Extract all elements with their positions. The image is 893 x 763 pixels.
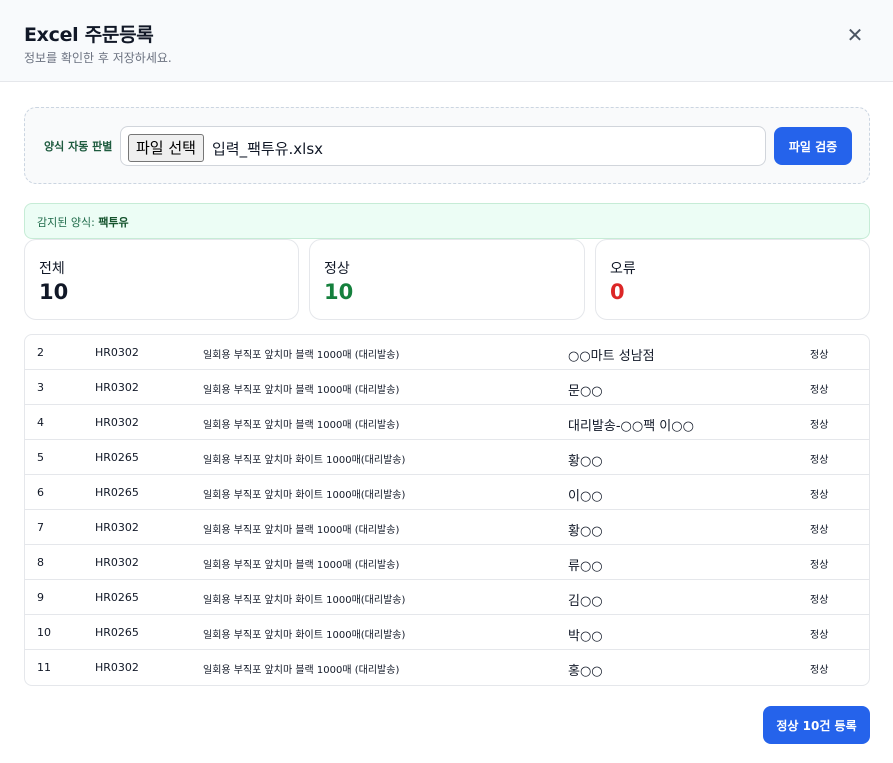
stat-error-label: 오류 [610,261,636,277]
table-row: 5 HR0265 일회용 부직포 앞치마 화이트 1000매(대리발송) 황○○ 정상 [25,440,869,475]
table-row: 2 HR0302 일회용 부직포 앞치마 블랙 1000매 (대리발송) ○○마트 성… [25,335,869,370]
row-number: 8 [37,556,44,569]
table-row: 4 HR0302 일회용 부직포 앞치마 블랙 1000매 (대리발송) 대리발송-○… [25,405,869,440]
stat-card-normal: 정상 10 [309,239,585,320]
product-name: 일회용 부직포 앞치마 블랙 1000매 (대리발송) [203,665,400,676]
customer-name: 류○○ [568,559,603,574]
row-status: 정상 [810,595,829,606]
customer-name: 이○○ [568,489,603,504]
table-row: 11 HR0302 일회용 부직포 앞치마 블랙 1000매 (대리발송) 홍○○ 정상 [25,650,869,685]
row-status: 정상 [810,630,829,641]
table-row: 8 HR0302 일회용 부직포 앞치마 블랙 1000매 (대리발송) 류○○ 정상 [25,545,869,580]
row-status: 정상 [810,525,829,536]
product-name: 일회용 부직포 앞치마 화이트 1000매(대리발송) [203,455,406,466]
product-name: 일회용 부직포 앞치마 블랙 1000매 (대리발송) [203,420,400,431]
product-name: 일회용 부직포 앞치마 화이트 1000매(대리발송) [203,630,406,641]
file-input[interactable]: 파일 선택 입력_팩투유.xlsx [120,126,766,166]
customer-name: 대리발송-○○팩 이○○ [568,419,694,434]
customer-name: 황○○ [568,454,603,469]
product-code: HR0302 [95,556,139,569]
row-number: 10 [37,626,51,639]
product-name: 일회용 부직포 앞치마 블랙 1000매 (대리발송) [203,525,400,536]
row-status: 정상 [810,455,829,466]
stat-card-total: 전체 10 [24,239,299,320]
row-number: 5 [37,451,44,464]
row-number: 9 [37,591,44,604]
row-number: 3 [37,381,44,394]
validate-file-button[interactable]: 파일 검증 [774,127,852,165]
customer-name: 김○○ [568,594,603,609]
table-row: 6 HR0265 일회용 부직포 앞치마 화이트 1000매(대리발송) 이○○ 정상 [25,475,869,510]
product-code: HR0265 [95,451,139,464]
product-code: HR0302 [95,661,139,674]
close-icon[interactable]: ✕ [842,24,868,48]
customer-name: 박○○ [568,629,603,644]
stat-total-value: 10 [39,280,69,304]
row-number: 11 [37,661,51,674]
row-status: 정상 [810,350,829,361]
product-code: HR0302 [95,416,139,429]
row-status: 정상 [810,420,829,431]
customer-name: 문○○ [568,384,603,399]
row-number: 4 [37,416,44,429]
product-code: HR0265 [95,591,139,604]
row-status: 정상 [810,560,829,571]
row-number: 7 [37,521,44,534]
detected-format-banner: 감지된 양식: 팩투유 [24,203,870,239]
stat-total-label: 전체 [39,261,65,277]
detected-format-name: 팩투유 [98,216,129,229]
product-code: HR0302 [95,521,139,534]
customer-name: 황○○ [568,524,603,539]
table-row: 3 HR0302 일회용 부직포 앞치마 블랙 1000매 (대리발송) 문○○ 정상 [25,370,869,405]
product-name: 일회용 부직포 앞치마 화이트 1000매(대리발송) [203,595,406,606]
detected-format-prefix: 감지된 양식: [37,216,99,229]
table-row: 9 HR0265 일회용 부직포 앞치마 화이트 1000매(대리발송) 김○○ 정상 [25,580,869,615]
customer-name: 홍○○ [568,664,603,679]
product-name: 일회용 부직포 앞치마 블랙 1000매 (대리발송) [203,560,400,571]
product-code: HR0302 [95,346,139,359]
row-status: 정상 [810,665,829,676]
modal-subtitle: 정보를 확인한 후 저장하세요. [24,51,172,65]
row-number: 6 [37,486,44,499]
customer-name: ○○마트 성남점 [568,349,655,364]
row-status: 정상 [810,385,829,396]
order-table: 2 HR0302 일회용 부직포 앞치마 블랙 1000매 (대리발송) ○○마트 성… [24,334,870,686]
product-code: HR0265 [95,486,139,499]
row-status: 정상 [810,490,829,501]
choose-file-button[interactable]: 파일 선택 [128,134,204,162]
stat-card-error: 오류 0 [595,239,870,320]
product-code: HR0265 [95,626,139,639]
row-number: 2 [37,346,44,359]
selected-file-name: 입력_팩투유.xlsx [212,140,324,158]
modal-title: Excel 주문등록 [24,24,154,46]
product-code: HR0302 [95,381,139,394]
product-name: 일회용 부직포 앞치마 블랙 1000매 (대리발송) [203,385,400,396]
stat-normal-value: 10 [324,280,354,304]
auto-detect-label: 양식 자동 판별 [44,140,113,153]
stat-normal-label: 정상 [324,261,350,277]
table-row: 10 HR0265 일회용 부직포 앞치마 화이트 1000매(대리발송) 박○○ 정상 [25,615,869,650]
modal-header: Excel 주문등록 정보를 확인한 후 저장하세요. ✕ [0,0,893,82]
upload-panel: 양식 자동 판별 파일 선택 입력_팩투유.xlsx 파일 검증 [24,107,870,184]
product-name: 일회용 부직포 앞치마 화이트 1000매(대리발송) [203,490,406,501]
register-orders-button[interactable]: 정상 10건 등록 [763,706,870,744]
table-row: 7 HR0302 일회용 부직포 앞치마 블랙 1000매 (대리발송) 황○○ 정상 [25,510,869,545]
stat-error-value: 0 [610,280,625,304]
product-name: 일회용 부직포 앞치마 블랙 1000매 (대리발송) [203,350,400,361]
